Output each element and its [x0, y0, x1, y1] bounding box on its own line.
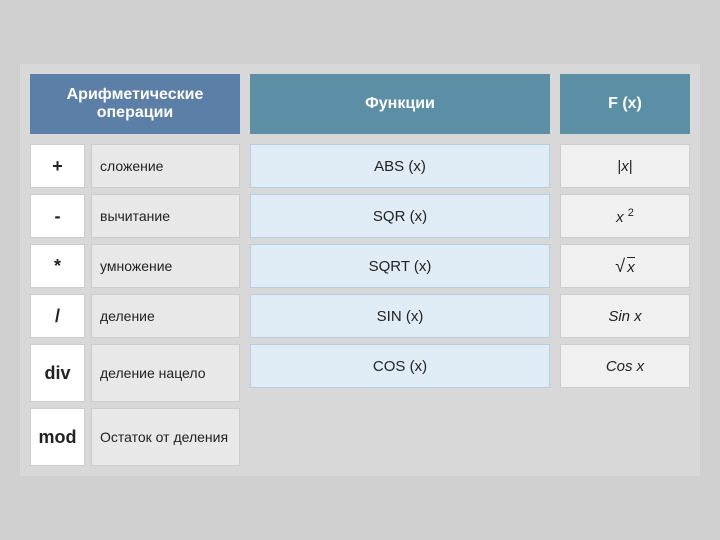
header-arith: Арифметические операции — [30, 74, 240, 134]
header-row: Арифметические операции Функции F (x) — [30, 74, 690, 134]
func-cos[interactable]: COS (x) — [250, 344, 550, 388]
label-sub: вычитание — [91, 194, 240, 238]
fx-abs: |x| — [560, 144, 690, 188]
fx-sqr: x 2 — [560, 194, 690, 238]
func-sqrt[interactable]: SQRT (x) — [250, 244, 550, 288]
arith-col: + сложение - вычитание * — [30, 144, 240, 466]
fx-cos: Cos x — [560, 344, 690, 388]
symbol-mod[interactable]: mod — [30, 408, 85, 466]
func-abs[interactable]: ABS (x) — [250, 144, 550, 188]
fx-list: |x| x 2 √x Sin x Cos x — [560, 144, 690, 466]
func-col: ABS (x) SQR (x) SQRT (x) SIN (x) COS (x) — [250, 144, 690, 466]
arith-row-mod: mod Остаток от деления — [30, 408, 240, 466]
symbol-div-int[interactable]: div — [30, 344, 85, 402]
header-arith-label: Арифметические операции — [46, 86, 224, 122]
header-fx-label: F (x) — [608, 95, 642, 113]
label-div-slash: деление — [91, 294, 240, 338]
label-mul: умножение — [91, 244, 240, 288]
arith-row-sub: - вычитание — [30, 194, 240, 238]
arith-row-add: + сложение — [30, 144, 240, 188]
header-func: Функции — [250, 74, 550, 134]
fx-sqrt: √x — [560, 244, 690, 288]
content-row: + сложение - вычитание * — [30, 144, 690, 466]
label-div-int: деление нацело — [91, 344, 240, 402]
func-list: ABS (x) SQR (x) SQRT (x) SIN (x) COS (x) — [250, 144, 550, 466]
label-mod: Остаток от деления — [91, 408, 240, 466]
main-container: Арифметические операции Функции F (x) + … — [20, 64, 700, 476]
label-add: сложение — [91, 144, 240, 188]
arith-row-mul: * умножение — [30, 244, 240, 288]
arith-row-div: / деление — [30, 294, 240, 338]
symbol-div-slash[interactable]: / — [30, 294, 85, 338]
symbol-add[interactable]: + — [30, 144, 85, 188]
fx-sin: Sin x — [560, 294, 690, 338]
func-sqr[interactable]: SQR (x) — [250, 194, 550, 238]
func-sin[interactable]: SIN (x) — [250, 294, 550, 338]
arith-row-div-int: div деление нацело — [30, 344, 240, 402]
header-func-label: Функции — [365, 95, 435, 113]
symbol-mul[interactable]: * — [30, 244, 85, 288]
header-fx: F (x) — [560, 74, 690, 134]
symbol-sub[interactable]: - — [30, 194, 85, 238]
